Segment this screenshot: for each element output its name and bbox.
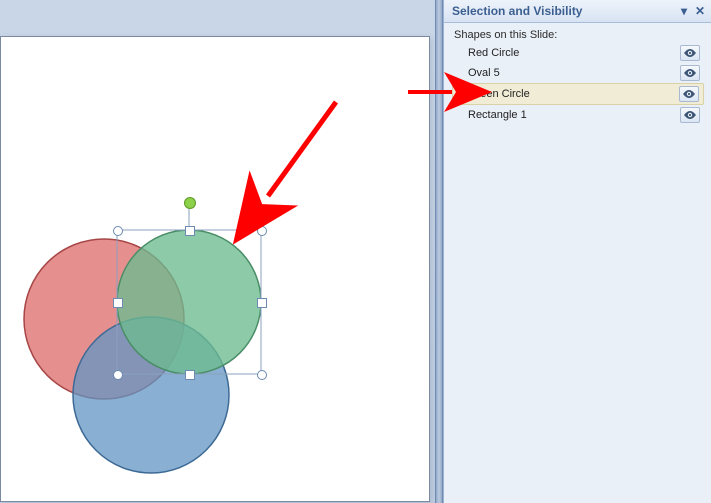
slide-canvas[interactable] — [0, 36, 430, 502]
green-circle-shape[interactable] — [117, 230, 261, 374]
list-item-label: Rectangle 1 — [468, 109, 680, 121]
handle-sw[interactable] — [113, 370, 123, 380]
handle-se[interactable] — [257, 370, 267, 380]
selection-pane: Selection and Visibility ▾ ✕ Shapes on t… — [443, 0, 711, 503]
visibility-toggle-icon[interactable] — [680, 65, 700, 81]
visibility-toggle-icon[interactable] — [679, 86, 699, 102]
pane-menu-icon[interactable]: ▾ — [676, 4, 692, 18]
handle-ne[interactable] — [257, 226, 267, 236]
list-item-oval-5[interactable]: Oval 5 — [452, 63, 704, 83]
pane-title: Selection and Visibility — [452, 4, 676, 18]
handle-e[interactable] — [257, 298, 267, 308]
list-item-label: Oval 5 — [468, 67, 680, 79]
list-item-red-circle[interactable]: Red Circle — [452, 43, 704, 63]
list-item-label: Green Circle — [468, 88, 679, 100]
canvas-svg — [1, 37, 429, 501]
pane-header: Selection and Visibility ▾ ✕ — [444, 0, 711, 23]
pane-close-icon[interactable]: ✕ — [692, 4, 708, 18]
handle-w[interactable] — [113, 298, 123, 308]
list-item-rectangle-1[interactable]: Rectangle 1 — [452, 105, 704, 125]
handle-nw[interactable] — [113, 226, 123, 236]
visibility-toggle-icon[interactable] — [680, 107, 700, 123]
pane-subtitle: Shapes on this Slide: — [444, 23, 711, 43]
list-item-label: Red Circle — [468, 47, 680, 59]
handle-n[interactable] — [185, 226, 195, 236]
rotation-handle[interactable] — [184, 197, 196, 209]
list-item-green-circle[interactable]: Green Circle — [452, 83, 704, 105]
handle-s[interactable] — [185, 370, 195, 380]
splitter[interactable] — [435, 0, 443, 503]
workspace: Selection and Visibility ▾ ✕ Shapes on t… — [0, 0, 711, 503]
visibility-toggle-icon[interactable] — [680, 45, 700, 61]
shape-list: Red Circle Oval 5 Green Circle Rectangle… — [444, 43, 711, 125]
